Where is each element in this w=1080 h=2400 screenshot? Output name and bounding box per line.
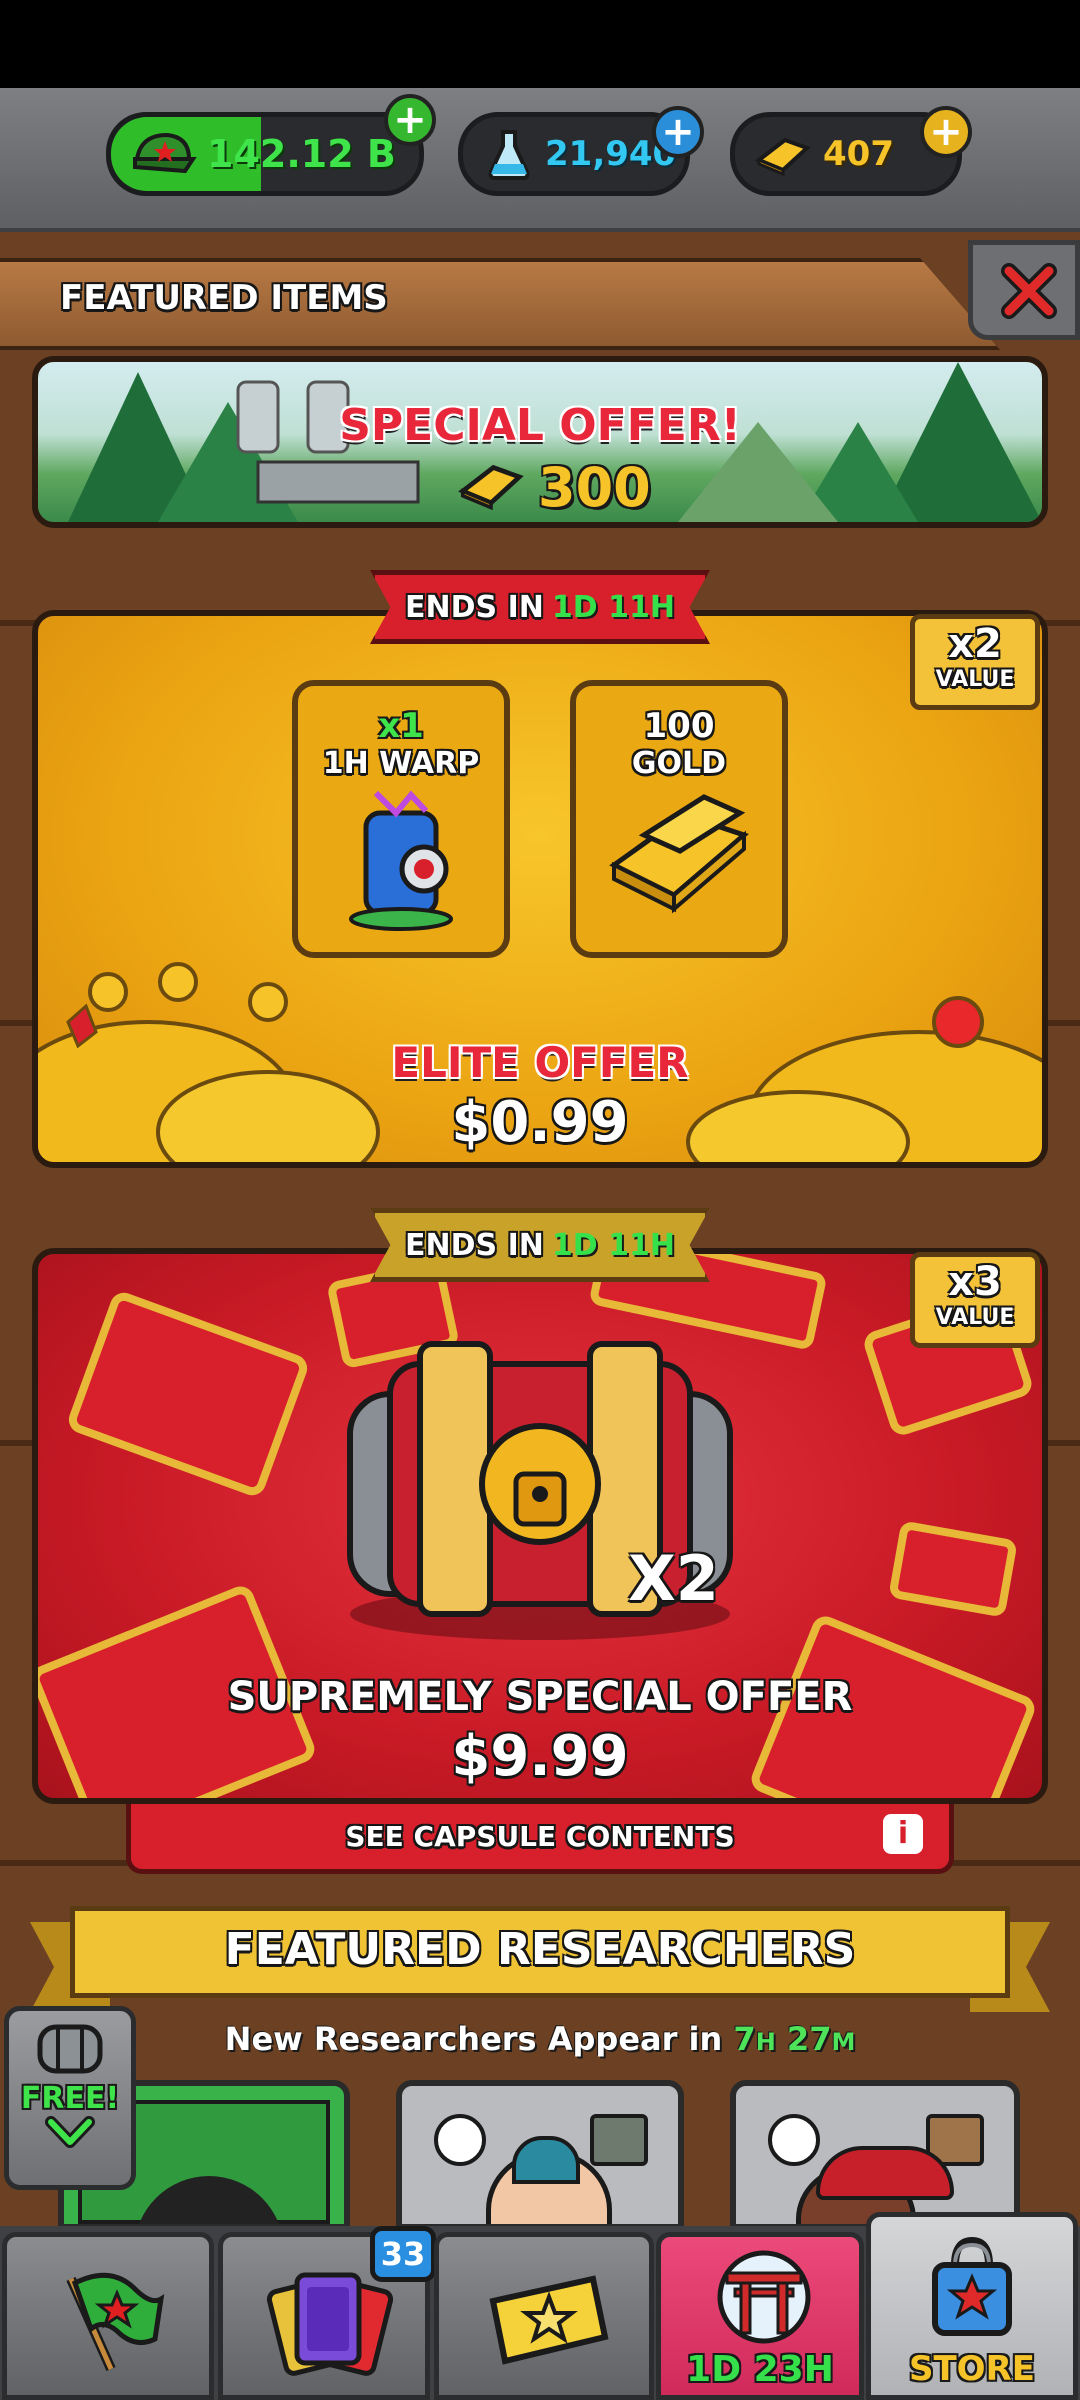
close-icon [1001,263,1057,319]
flask-icon [488,130,530,180]
item-tile-gold[interactable]: 100 GOLD [570,680,788,958]
cards-notification-badge: 33 [370,2226,436,2282]
refresh-minutes: 27 [786,2020,832,2058]
cap-icon [133,132,197,174]
featured-researchers-banner: FEATURED RESEARCHERS [30,1906,1050,2016]
refresh-hours: 7 [733,2020,756,2058]
value-multiplier: x2 [948,621,1002,667]
elite-offer-title: ELITE OFFER [391,1038,689,1087]
supreme-ends-ribbon: ENDS IN 1D 11H [370,1208,710,1282]
elite-offer-price: $0.99 [451,1090,629,1155]
torii-gate-icon [717,2250,811,2344]
nav-tab-store[interactable]: STORE [866,2212,1078,2400]
researcher-hat [816,2146,954,2200]
flag-icon [66,2272,165,2372]
info-icon[interactable]: i [883,1814,923,1854]
see-capsule-contents-button[interactable]: SEE CAPSULE CONTENTS i [126,1804,954,1874]
refresh-minutes-unit: M [831,2028,856,2056]
researcher-card[interactable] [396,2080,684,2230]
item-name: GOLD [631,746,727,781]
capsule-count: X2 [628,1542,719,1615]
item-name: 1H WARP [322,746,480,781]
gold-ingots-icon [609,794,749,914]
elite-value-badge: x2 VALUE [910,614,1040,710]
cash-amount: 142.12 B [207,132,396,176]
event-timer: 1D 23H [686,2349,834,2390]
ticket-star-icon [489,2275,609,2365]
elite-ends-ribbon: ENDS IN 1D 11H [370,570,710,644]
ends-in-time: 1D 11H [551,589,675,625]
refresh-prefix: New Researchers Appear in [224,2020,723,2058]
free-reward-button[interactable]: FREE! [4,2006,136,2190]
status-bar [0,0,1080,88]
nav-tab-event[interactable]: 1D 23H [656,2232,864,2400]
supreme-offer-card[interactable]: X2 SUPREMELY SPECIAL OFFER $9.99 [32,1248,1048,1804]
machine-icon [590,2114,648,2166]
ends-in-label: ENDS IN [405,1227,544,1263]
nav-tab-campaign[interactable] [2,2232,214,2400]
store-label: STORE [909,2349,1035,2389]
supreme-offer-title: SUPREMELY SPECIAL OFFER [227,1674,853,1720]
item-qty: x1 [378,706,424,746]
free-label: FREE! [20,2081,120,2116]
value-label: VALUE [935,667,1015,692]
value-multiplier: x3 [948,1259,1002,1305]
gold-amount: 407 [823,134,894,174]
item-tile-warp[interactable]: x1 1H WARP [292,680,510,958]
special-offer-banner[interactable]: SPECIAL OFFER! 300 [32,356,1048,528]
speed-gauge-icon [434,2114,486,2166]
barrel-icon [37,2024,103,2074]
see-capsule-contents-label: SEE CAPSULE CONTENTS [345,1820,735,1853]
featured-researchers-title: FEATURED RESEARCHERS [224,1924,856,1975]
cash-plus-button[interactable]: + [384,94,436,146]
supreme-value-badge: x3 VALUE [910,1252,1040,1348]
researchers-refresh-timer: New Researchers Appear in 7H 27M [0,2020,1080,2058]
shopping-bag-icon [932,2236,1012,2336]
gold-bar-icon [458,464,524,510]
gold-plus-button[interactable]: + [920,106,972,158]
special-offer-amount: 300 [538,456,651,519]
warp-backpack-icon [349,790,453,931]
close-button[interactable] [968,240,1080,340]
page-title: FEATURED ITEMS [60,278,388,318]
cash-counter[interactable]: 142.12 B [106,112,424,196]
researcher-hair [512,2136,580,2184]
ends-in-label: ENDS IN [405,589,544,625]
speed-gauge-icon [768,2114,820,2166]
item-qty: 100 [643,706,715,746]
supreme-offer-price: $9.99 [451,1724,629,1789]
gold-bar-icon [755,137,811,176]
special-offer-title: SPECIAL OFFER! [339,400,741,451]
value-label: VALUE [935,1305,1015,1330]
science-plus-button[interactable]: + [652,106,704,158]
elite-offer-card[interactable]: ELITE OFFER $0.99 [32,610,1048,1168]
refresh-hours-unit: H [755,2028,776,2056]
ends-in-time: 1D 11H [551,1227,675,1263]
chevron-down-icon [45,2116,95,2148]
nav-tab-tickets[interactable] [434,2232,654,2400]
researcher-card[interactable] [730,2080,1020,2230]
